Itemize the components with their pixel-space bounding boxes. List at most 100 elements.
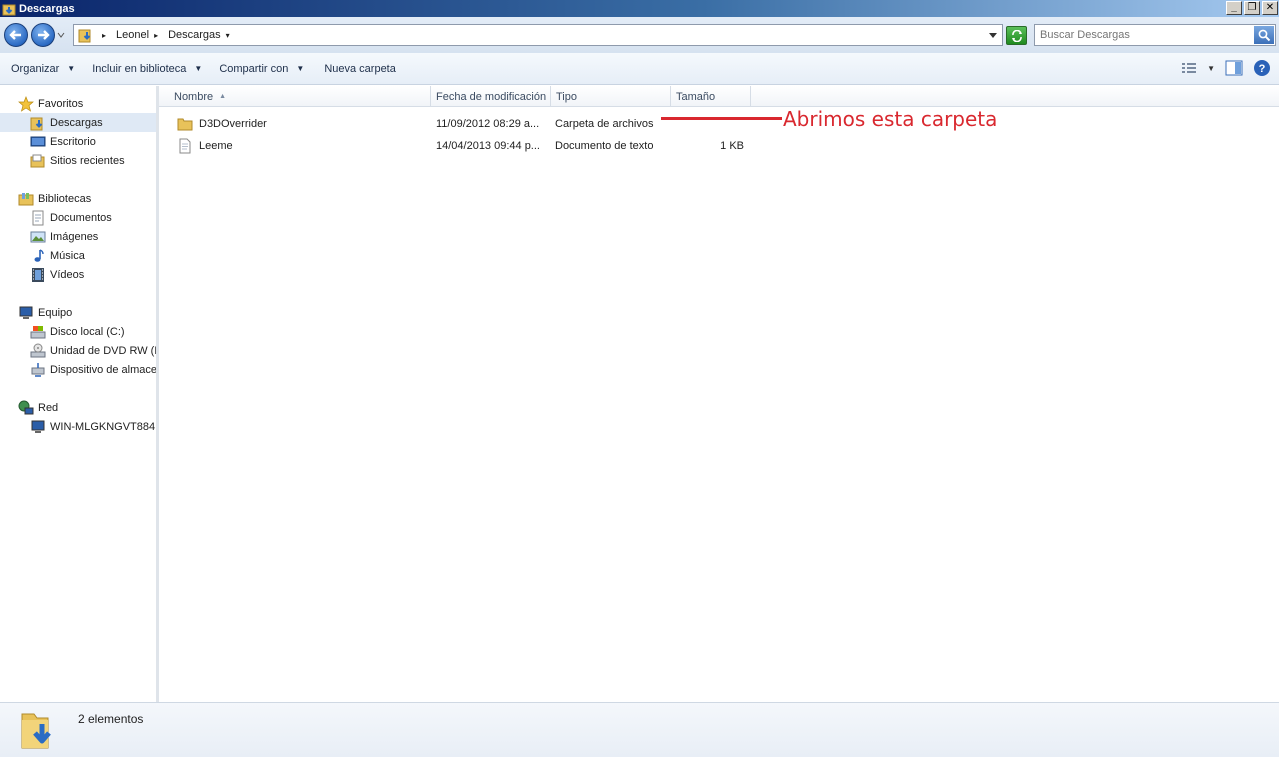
breadcrumb-descargas[interactable]: Descargas ▾: [162, 29, 230, 41]
folder-icon: [177, 116, 193, 132]
nav-item-sitios-recientes[interactable]: Sitios recientes: [30, 151, 125, 170]
new-folder-button[interactable]: Nueva carpeta: [304, 58, 396, 80]
documents-icon: [30, 210, 46, 226]
breadcrumb-separator[interactable]: ▸: [102, 31, 106, 40]
sort-ascending-icon: ▲: [219, 93, 227, 100]
nav-item-videos[interactable]: Vídeos: [30, 265, 84, 284]
search-icon: [1258, 29, 1270, 41]
file-date: 14/04/2013 09:44 p...: [436, 140, 540, 152]
search-box[interactable]: [1034, 24, 1276, 46]
nav-item-disco-local[interactable]: Disco local (C:): [30, 322, 125, 341]
computer-icon: [18, 305, 34, 321]
include-library-menu[interactable]: Incluir en biblioteca ▼: [75, 58, 202, 80]
file-name: Leeme: [199, 140, 233, 152]
organize-menu[interactable]: Organizar ▼: [0, 58, 75, 80]
help-icon: ?: [1254, 60, 1270, 76]
caret-down-icon: ▼: [296, 64, 305, 73]
desktop-icon: [30, 134, 46, 150]
column-header-name[interactable]: Nombre ▲: [169, 86, 431, 107]
file-list: Nombre ▲ Fecha de modificación Tipo Tamañ…: [159, 86, 1279, 702]
star-icon: [18, 95, 34, 112]
network-icon: [18, 400, 34, 416]
computer-icon: [30, 419, 46, 435]
arrow-right-icon: [38, 30, 50, 40]
annotation-text: Abrimos esta carpeta: [783, 107, 998, 131]
column-header-type[interactable]: Tipo: [551, 86, 671, 107]
nav-item-network-computer[interactable]: WIN-MLGKNGVT884: [30, 417, 155, 436]
search-input[interactable]: [1040, 26, 1250, 44]
music-icon: [30, 248, 46, 264]
details-view-icon: [1182, 63, 1197, 73]
caret-down-icon: ▼: [194, 64, 203, 73]
file-size: 1 KB: [720, 140, 744, 152]
close-button[interactable]: ✕: [1262, 1, 1278, 15]
nav-item-storage-device[interactable]: Dispositivo de almacen: [30, 360, 156, 379]
column-headers: Nombre ▲ Fecha de modificación Tipo Tamañ…: [159, 86, 1279, 107]
window-title: Descargas: [19, 2, 75, 15]
file-date: 11/09/2012 08:29 a...: [436, 118, 540, 130]
nav-item-dvd-drive[interactable]: Unidad de DVD RW (D: [30, 341, 156, 360]
column-header-size[interactable]: Tamaño: [671, 86, 751, 107]
view-options-dropdown[interactable]: ▼: [1207, 64, 1215, 73]
downloads-folder-icon: [2, 2, 16, 16]
preview-pane-icon: [1225, 60, 1243, 76]
command-bar: Organizar ▼ Incluir en biblioteca ▼ Compar…: [0, 53, 1279, 85]
explorer-window: Descargas _ ❐ ✕ ▸ Leonel ▸ Descargas ▾ B…: [0, 0, 1279, 757]
file-row[interactable]: Leeme 14/04/2013 09:44 p... Documento de…: [173, 136, 773, 156]
arrow-left-icon: [9, 30, 21, 40]
nav-libraries[interactable]: Bibliotecas: [18, 189, 91, 208]
details-pane: 2 elementos: [0, 702, 1279, 757]
breadcrumb-separator[interactable]: ▸: [154, 31, 158, 40]
caret-down-icon: ▼: [67, 64, 76, 73]
file-type: Documento de texto: [555, 140, 654, 152]
downloads-folder-icon: [18, 708, 58, 752]
dvd-drive-icon: [30, 343, 46, 359]
breadcrumb-separator[interactable]: ▾: [226, 31, 230, 40]
help-button[interactable]: ?: [1253, 59, 1271, 77]
address-row: ▸ Leonel ▸ Descargas ▾: [0, 17, 1279, 53]
share-with-menu[interactable]: Compartir con ▼: [202, 58, 304, 80]
annotation-line: [661, 117, 782, 120]
nav-item-imagenes[interactable]: Imágenes: [30, 227, 98, 246]
nav-network[interactable]: Red: [18, 398, 58, 417]
view-controls: ▼ ?: [1181, 59, 1271, 77]
maximize-button[interactable]: ❐: [1244, 1, 1260, 15]
nav-item-descargas[interactable]: Descargas: [0, 113, 156, 132]
hard-drive-icon: [30, 324, 46, 340]
item-count: 2 elementos: [78, 712, 144, 726]
libraries-icon: [18, 191, 34, 207]
nav-item-musica[interactable]: Música: [30, 246, 85, 265]
svg-text:?: ?: [1259, 63, 1266, 75]
minimize-button[interactable]: _: [1226, 1, 1242, 15]
title-bar: Descargas _ ❐ ✕: [0, 0, 1279, 17]
nav-favorites[interactable]: Favoritos: [18, 94, 83, 113]
file-name: D3DOverrider: [199, 118, 267, 130]
chevron-down-icon: [989, 33, 997, 38]
recent-places-icon: [30, 153, 46, 169]
usb-storage-icon: [30, 362, 46, 378]
address-bar[interactable]: ▸ Leonel ▸ Descargas ▾: [73, 24, 1003, 46]
recent-pages-dropdown[interactable]: [56, 30, 66, 40]
videos-icon: [30, 267, 46, 283]
window-controls: _ ❐ ✕: [1226, 1, 1278, 15]
change-view-button[interactable]: [1181, 61, 1197, 75]
navigation-pane: Favoritos Descargas Escritorio Sitios re…: [0, 86, 156, 702]
downloads-folder-icon: [78, 27, 94, 43]
refresh-button[interactable]: [1006, 26, 1027, 45]
address-history-dropdown[interactable]: [989, 30, 997, 42]
downloads-folder-icon: [30, 115, 46, 131]
forward-button[interactable]: [31, 23, 55, 47]
refresh-icon: [1011, 29, 1022, 42]
back-button[interactable]: [4, 23, 28, 47]
chevron-down-icon: [57, 32, 65, 38]
pictures-icon: [30, 229, 46, 245]
nav-item-escritorio[interactable]: Escritorio: [30, 132, 96, 151]
nav-item-documentos[interactable]: Documentos: [30, 208, 112, 227]
file-type: Carpeta de archivos: [555, 118, 654, 130]
search-button[interactable]: [1254, 26, 1274, 44]
column-header-date[interactable]: Fecha de modificación: [431, 86, 551, 107]
breadcrumb-leonel[interactable]: Leonel ▸: [110, 29, 158, 41]
preview-pane-button[interactable]: [1225, 60, 1243, 76]
nav-computer[interactable]: Equipo: [18, 303, 72, 322]
text-file-icon: [177, 138, 193, 154]
